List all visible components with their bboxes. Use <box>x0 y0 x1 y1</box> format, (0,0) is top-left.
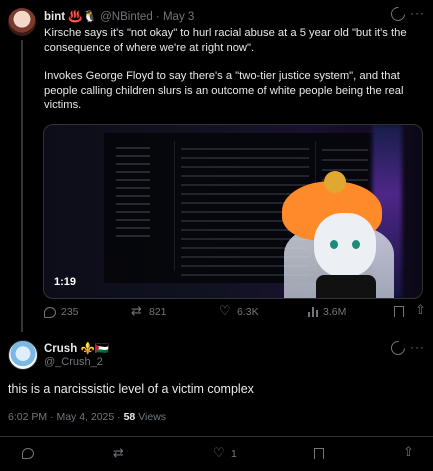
share-icon <box>403 444 416 460</box>
reply-icon <box>22 448 34 459</box>
vtuber-outfit <box>316 275 376 298</box>
bookmark-button[interactable] <box>394 306 404 317</box>
meta-separator: · <box>50 411 54 423</box>
repost-button[interactable]: 821 <box>131 303 167 319</box>
reply-author-handle[interactable]: @_Crush_2 <box>44 356 103 368</box>
reply-actions: 1 <box>0 444 433 466</box>
reply-author-avatar[interactable] <box>8 340 38 370</box>
more-icon[interactable]: ··· <box>410 340 425 354</box>
vtuber-eye <box>330 240 338 249</box>
reply-button[interactable] <box>22 448 34 459</box>
tweet-header: bint ♨️🐧 @NBinted · May 3 <box>44 9 194 23</box>
divider <box>0 436 433 437</box>
thread-line <box>21 40 23 332</box>
tweet-paragraph: Kirsche says it's "not okay" to hurl rac… <box>44 27 407 54</box>
bookmark-button[interactable] <box>314 448 324 459</box>
grok-icon[interactable] <box>388 4 408 24</box>
tweet-date[interactable]: May 3 <box>163 11 194 23</box>
repost-button[interactable] <box>113 445 126 461</box>
more-icon[interactable]: ··· <box>410 6 425 20</box>
reply-count: 235 <box>61 306 79 318</box>
video-duration: 1:19 <box>54 276 77 288</box>
like-button[interactable]: 1 <box>213 445 237 461</box>
reply-button[interactable]: 235 <box>44 306 79 318</box>
share-button[interactable] <box>403 444 416 460</box>
vtuber-hat-ornament <box>324 171 346 193</box>
author-name[interactable]: bint <box>44 11 65 23</box>
header-separator: · <box>155 11 160 23</box>
tweet-actions: 235 821 6.3K 3.6M <box>44 302 426 324</box>
reply-author-name[interactable]: Crush <box>44 343 77 355</box>
tweet-text: Kirsche says it's "not okay" to hurl rac… <box>44 26 424 127</box>
reply-author-emoji: ⚜️🇵🇸 <box>80 343 110 355</box>
reply-views-count: 58 <box>123 411 136 423</box>
like-button[interactable]: 6.3K <box>219 303 259 319</box>
bookmark-icon <box>314 448 324 459</box>
like-count: 1 <box>231 448 237 460</box>
share-button[interactable] <box>415 302 428 318</box>
vtuber-eye <box>352 240 360 249</box>
reply-views-label: Views <box>138 411 167 423</box>
like-count: 6.3K <box>237 306 259 318</box>
reply-author-line: Crush ⚜️🇵🇸 <box>44 341 109 355</box>
like-icon <box>213 445 226 461</box>
reply-icon <box>44 306 56 318</box>
repost-icon <box>131 303 144 319</box>
views-button[interactable]: 3.6M <box>308 306 346 318</box>
repost-count: 821 <box>149 306 167 318</box>
reply-text: this is a narcissistic level of a victim… <box>8 382 254 396</box>
vtuber-face <box>314 213 376 277</box>
share-icon <box>415 302 428 318</box>
author-emoji: ♨️🐧 <box>68 11 97 23</box>
reply-time[interactable]: 6:02 PM <box>8 411 47 423</box>
like-icon <box>219 303 232 319</box>
author-handle[interactable]: @NBinted <box>100 11 153 23</box>
reply-date[interactable]: May 4, 2025 <box>56 411 114 423</box>
views-icon <box>308 307 318 317</box>
repost-icon <box>113 445 126 461</box>
meta-separator: · <box>117 411 121 423</box>
author-avatar[interactable] <box>8 8 36 36</box>
bookmark-icon <box>394 306 404 317</box>
reply-meta: 6:02 PM · May 4, 2025 · 58 Views <box>8 411 166 423</box>
views-count: 3.6M <box>323 306 347 318</box>
video-player[interactable]: 1:19 <box>43 124 423 299</box>
tweet-paragraph: Invokes George Floyd to say there's a "t… <box>44 70 404 112</box>
